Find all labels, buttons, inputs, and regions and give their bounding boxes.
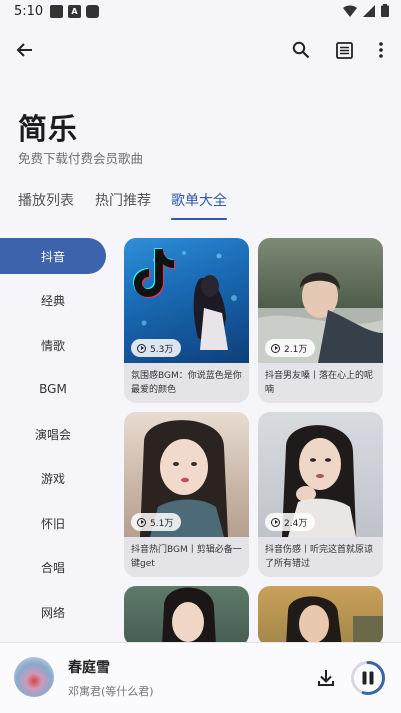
- pause-icon: [351, 661, 385, 695]
- playlist-card[interactable]: [124, 586, 249, 646]
- more-options-button[interactable]: [367, 36, 395, 64]
- page-subtitle: 免费下载付费会员歌曲: [18, 151, 144, 166]
- play-count: 5.1万: [150, 518, 174, 529]
- status-bar: 5:10 A: [0, 0, 401, 26]
- tab-hot-recommend[interactable]: 热门推荐: [95, 190, 151, 210]
- search-button[interactable]: [287, 36, 315, 64]
- category-nostalgic[interactable]: 怀旧: [0, 505, 106, 541]
- play-count-badge: 2.4万: [265, 513, 316, 531]
- playlist-card[interactable]: [258, 586, 383, 646]
- category-douyin[interactable]: 抖音: [0, 238, 106, 274]
- playlist-card[interactable]: 5.1万 抖音热门BGM丨剪辑必备一键get: [124, 412, 249, 577]
- category-classic[interactable]: 经典: [0, 282, 106, 318]
- album-cover[interactable]: [14, 657, 54, 697]
- back-arrow-icon: [16, 43, 32, 57]
- playlist-title: 抖音男友嗓丨落在心上的呢喃: [265, 371, 374, 395]
- song-title: 春庭雪: [68, 660, 110, 676]
- download-icon: [318, 670, 334, 686]
- playlist-cover: 5.1万: [124, 412, 249, 537]
- mini-player[interactable]: 春庭雪 邓寓君(等什么君): [0, 642, 401, 713]
- playlist-title: 抖音伤感丨听完这首就原谅了所有错过: [265, 545, 374, 569]
- more-vert-icon: [379, 42, 383, 58]
- playlist-cover: [258, 586, 383, 646]
- list-icon: [335, 41, 353, 59]
- playlist-card[interactable]: 2.1万 抖音男友嗓丨落在心上的呢喃: [258, 238, 383, 403]
- play-circle-icon: [271, 517, 280, 527]
- playlist-cover: 2.1万: [258, 238, 383, 363]
- playlist-card[interactable]: 2.4万 抖音伤感丨听完这首就原谅了所有错过: [258, 412, 383, 577]
- playlist-title: 抖音热门BGM丨剪辑必备一键get: [131, 545, 242, 569]
- woman-portrait-image: [162, 587, 216, 646]
- notification-icon: [50, 5, 63, 18]
- wifi-icon: [343, 4, 357, 17]
- play-circle-icon: [137, 343, 146, 353]
- song-artist: 邓寓君(等什么君): [68, 685, 154, 698]
- tab-indicator: [171, 218, 227, 220]
- category-concert[interactable]: 演唱会: [0, 416, 106, 452]
- tab-bar: 播放列表 热门推荐 歌单大全: [0, 184, 401, 224]
- playlist-cover: 2.4万: [258, 412, 383, 537]
- woman-sunset-image: [286, 596, 383, 646]
- playlist-cover: 5.3万: [124, 238, 249, 363]
- playlist-cover: [124, 586, 249, 646]
- playlist-title: 氛围感BGM：你说蓝色是你最爱的颜色: [131, 371, 242, 395]
- page-title: 简乐: [18, 112, 79, 146]
- signal-icon: [363, 4, 375, 17]
- search-icon: [292, 41, 310, 59]
- category-game[interactable]: 游戏: [0, 460, 106, 496]
- play-count-badge: 2.1万: [265, 339, 316, 357]
- category-internet[interactable]: 网络: [0, 594, 106, 630]
- notification-icon: [86, 5, 99, 18]
- tab-playlist-collection[interactable]: 歌单大全: [171, 190, 227, 210]
- app-bar: [0, 30, 401, 70]
- pause-button[interactable]: [350, 660, 386, 696]
- category-bgm[interactable]: BGM: [0, 371, 106, 407]
- system-icons: [343, 4, 389, 17]
- tab-playlist[interactable]: 播放列表: [18, 190, 74, 210]
- play-count: 2.4万: [284, 518, 308, 529]
- play-circle-icon: [137, 517, 146, 527]
- a-notification-icon: A: [68, 5, 81, 18]
- play-count-badge: 5.3万: [131, 339, 182, 357]
- notification-icons: A: [50, 5, 99, 18]
- play-count: 5.3万: [150, 344, 174, 355]
- battery-icon: [381, 4, 389, 17]
- play-count: 2.1万: [284, 344, 308, 355]
- play-circle-icon: [271, 343, 280, 353]
- download-button[interactable]: [315, 667, 337, 689]
- category-love-songs[interactable]: 情歌: [0, 327, 106, 363]
- play-count-badge: 5.1万: [131, 513, 182, 531]
- status-time: 5:10: [14, 4, 44, 19]
- playlist-card[interactable]: 5.3万 氛围感BGM：你说蓝色是你最爱的颜色: [124, 238, 249, 403]
- category-duet[interactable]: 合唱: [0, 549, 106, 585]
- back-button[interactable]: [11, 36, 39, 64]
- playlist-menu-button[interactable]: [330, 36, 358, 64]
